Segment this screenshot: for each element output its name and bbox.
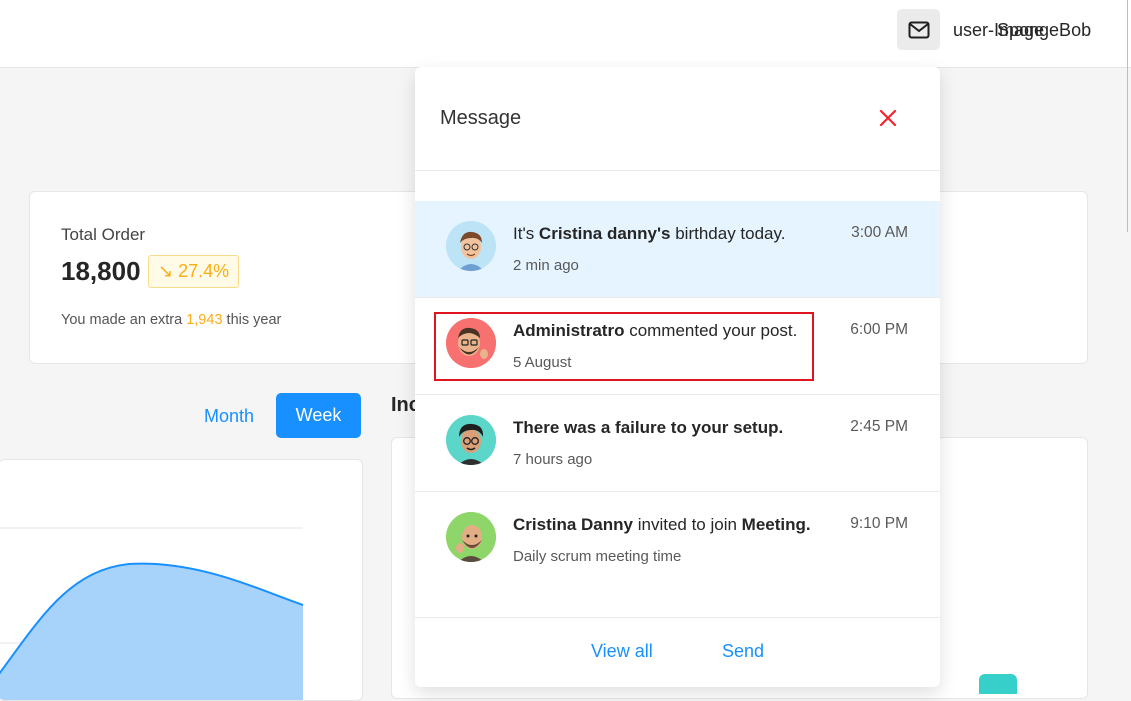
message-text: Cristina Danny invited to join Meeting.	[513, 515, 811, 534]
subtext-prefix: You made an extra	[61, 312, 187, 328]
popup-title: Message	[440, 107, 522, 129]
username-prefix: user-	[953, 20, 995, 40]
message-item[interactable]: Cristina Danny invited to join Meeting. …	[415, 492, 940, 588]
message-subtext: 2 min ago	[513, 257, 579, 274]
view-all-link[interactable]: View all	[591, 641, 653, 662]
message-item[interactable]: There was a failure to your setup. 7 hou…	[415, 395, 940, 492]
avatar	[446, 512, 496, 562]
area-fill	[0, 563, 303, 700]
message-time: 2:45 PM	[850, 418, 908, 435]
subtext-highlight: 1,943	[186, 312, 223, 328]
tab-week[interactable]: Week	[276, 393, 361, 438]
close-button[interactable]	[877, 107, 899, 129]
avatar-icon	[446, 512, 496, 562]
total-order-label: Total Order	[61, 225, 146, 244]
message-item[interactable]: It's Cristina danny's birthday today. 2 …	[415, 201, 940, 298]
message-text: There was a failure to your setup.	[513, 418, 784, 437]
divider	[415, 617, 940, 618]
highlight-box	[434, 312, 814, 381]
message-time: 3:00 AM	[851, 224, 908, 241]
user-menu[interactable]: user-Image SpongeBob	[953, 20, 1091, 41]
trend-badge: ↘ 27.4%	[148, 255, 240, 288]
total-order-subtext: You made an extra 1,943 this year	[61, 312, 281, 328]
avatar-icon	[446, 415, 496, 465]
close-icon	[879, 109, 897, 127]
message-time: 6:00 PM	[850, 321, 908, 338]
message-text: It's Cristina danny's birthday today.	[513, 224, 786, 243]
bar-mark	[979, 674, 1017, 694]
top-header: user-Image SpongeBob	[0, 0, 1131, 68]
message-subtext: Daily scrum meeting time	[513, 548, 682, 565]
subtext-suffix: this year	[222, 312, 282, 328]
divider	[415, 170, 940, 171]
total-order-value: 18,800	[61, 256, 141, 286]
scrollbar[interactable]	[1127, 0, 1128, 232]
area-chart	[0, 527, 304, 700]
mail-button[interactable]	[897, 9, 940, 50]
send-link[interactable]: Send	[722, 641, 764, 662]
username-text: SpongeBob	[997, 20, 1092, 40]
message-time: 9:10 PM	[850, 515, 908, 532]
mail-icon	[908, 21, 929, 38]
avatar-icon	[446, 221, 496, 271]
area-chart-card	[0, 459, 363, 701]
avatar	[446, 221, 496, 271]
avatar	[446, 415, 496, 465]
message-subtext: 7 hours ago	[513, 451, 593, 468]
tab-month[interactable]: Month	[204, 406, 254, 427]
